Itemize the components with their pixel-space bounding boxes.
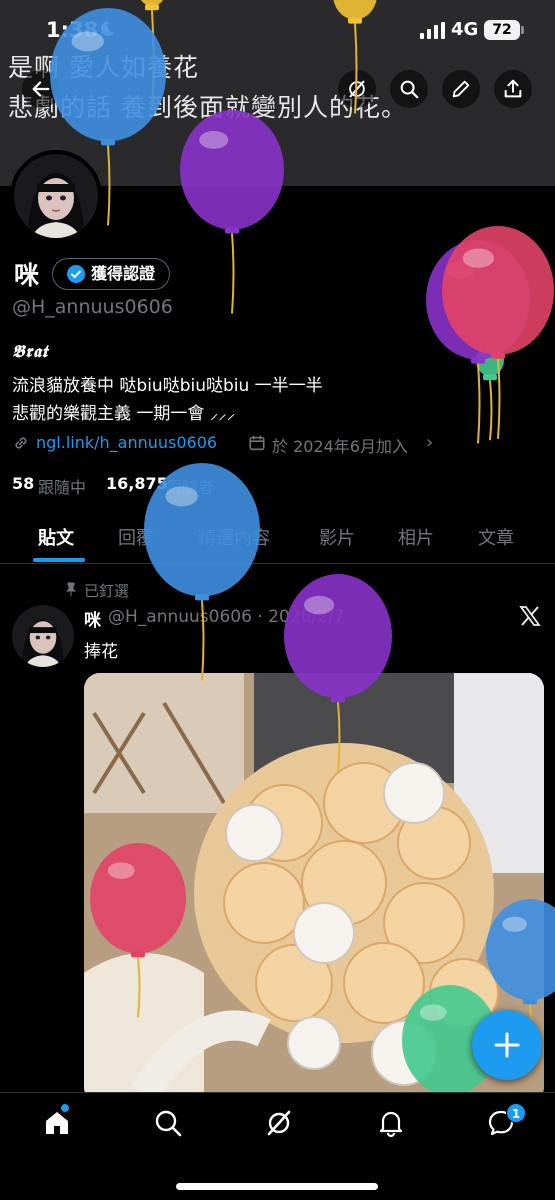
pinned-label: 已釘選 — [84, 582, 130, 600]
tab-highlights[interactable]: 精選內容 — [198, 524, 270, 550]
x-logo-icon — [519, 606, 541, 626]
link-icon — [15, 437, 27, 449]
home-notification-dot — [61, 1104, 69, 1112]
grok-icon[interactable] — [264, 1108, 294, 1138]
followers-label[interactable]: 跟隨者 — [166, 474, 214, 498]
post-handle-date: @H_annuus0606 · 2026/2/7 — [108, 607, 345, 627]
share-button[interactable] — [494, 70, 532, 108]
pin-icon — [65, 582, 77, 596]
edit-icon — [452, 80, 470, 98]
red-balloon — [440, 225, 555, 440]
search-icon[interactable] — [153, 1108, 183, 1138]
search-icon — [400, 80, 419, 99]
moon-icon — [100, 21, 115, 37]
green-balloon — [474, 343, 506, 441]
bio-title: 𝕭𝖗𝖆𝖙 — [12, 342, 49, 362]
post-avatar[interactable] — [12, 605, 74, 667]
tab-articles[interactable]: 文章 — [478, 524, 514, 550]
profile-name: 咪 — [14, 261, 40, 290]
avatar-image — [14, 154, 98, 238]
profile-handle: @H_annuus0606 — [12, 296, 173, 318]
edit-button[interactable] — [442, 70, 480, 108]
network-type: 4G — [451, 19, 479, 40]
tab-photos[interactable]: 相片 — [398, 524, 434, 550]
active-tab-indicator — [33, 558, 85, 562]
grok-icon — [349, 80, 365, 98]
share-icon — [504, 79, 522, 98]
home-indicator — [176, 1183, 378, 1190]
compose-post-button[interactable] — [472, 1010, 542, 1080]
plus-icon — [494, 1032, 520, 1058]
avatar[interactable] — [10, 150, 102, 242]
post-text: 捧花 — [84, 642, 118, 662]
verified-badge-icon — [67, 265, 85, 283]
messages-badge: 1 — [506, 1103, 526, 1123]
following-label[interactable]: 跟隨中 — [38, 474, 86, 498]
post-author-name[interactable]: 咪 — [84, 606, 101, 631]
search-button[interactable] — [390, 70, 428, 108]
divider — [0, 563, 555, 564]
signal-icon — [420, 22, 445, 39]
tab-replies[interactable]: 回覆 — [118, 524, 154, 550]
joined-date[interactable]: 於 2024年6月加入 — [272, 433, 408, 457]
battery-level: 72 — [484, 20, 520, 40]
followers-count[interactable]: 16,875 — [106, 474, 168, 493]
purple-balloon — [424, 240, 532, 445]
tab-videos[interactable]: 影片 — [319, 524, 355, 550]
grok-button[interactable] — [338, 70, 376, 108]
following-count[interactable]: 58 — [12, 474, 34, 493]
calendar-icon — [249, 435, 265, 451]
home-icon[interactable] — [42, 1108, 72, 1138]
back-button[interactable] — [22, 70, 60, 108]
chevron-right-icon: › — [426, 432, 434, 453]
bell-icon[interactable] — [376, 1108, 406, 1138]
tab-posts[interactable]: 貼文 — [38, 524, 74, 550]
bio-line-2: 悲觀的樂觀主義 一期一會 ⸝⸝⸝ — [12, 404, 236, 424]
status-time: 1:38 — [46, 18, 99, 42]
back-icon — [32, 81, 50, 97]
profile-link[interactable]: ngl.link/h_annuus0606 — [36, 433, 217, 452]
post-avatar-image — [12, 605, 74, 667]
battery-cap — [521, 26, 524, 34]
bio-line-1: 流浪貓放養中 哒biu哒biu哒biu 一半一半 — [12, 376, 323, 396]
